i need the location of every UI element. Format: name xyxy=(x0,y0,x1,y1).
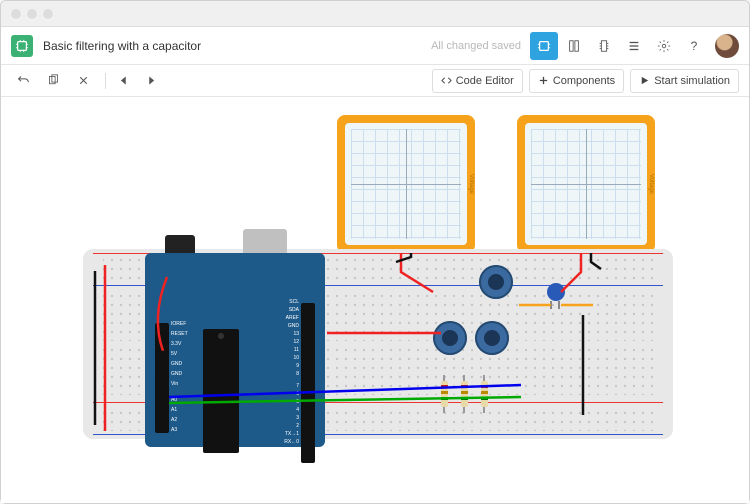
app-header: Basic filtering with a capacitor All cha… xyxy=(1,27,749,65)
right-pin-header[interactable] xyxy=(301,303,315,463)
window-zoom[interactable] xyxy=(43,9,53,19)
pin-label: GND xyxy=(171,371,182,377)
pin-label: 4 xyxy=(296,407,299,413)
scope-ylabel: Voltage xyxy=(468,174,474,194)
code-editor-label: Code Editor xyxy=(456,75,514,87)
pin-label: AREF xyxy=(286,315,299,321)
toolbar: Code Editor Components Start simulation xyxy=(1,65,749,97)
capacitor[interactable] xyxy=(547,283,565,301)
window-minimize[interactable] xyxy=(27,9,37,19)
project-title[interactable]: Basic filtering with a capacitor xyxy=(43,39,431,53)
pin-label: A2 xyxy=(171,417,177,423)
start-simulation-label: Start simulation xyxy=(654,75,730,87)
view-list-button[interactable] xyxy=(620,32,648,60)
pin-label: SCL xyxy=(289,299,299,305)
view-circuit-button[interactable] xyxy=(530,32,558,60)
pin-label: 2 xyxy=(296,423,299,429)
components-button[interactable]: Components xyxy=(529,69,624,93)
components-label: Components xyxy=(553,75,615,87)
delete-button[interactable] xyxy=(71,69,95,93)
code-icon xyxy=(441,75,452,86)
design-canvas[interactable]: Time Voltage Time Voltage xyxy=(1,97,749,503)
pin-label: A1 xyxy=(171,407,177,413)
pin-label: GND xyxy=(288,323,299,329)
gear-icon xyxy=(657,39,671,53)
resistor-2[interactable] xyxy=(461,381,468,407)
pin-label: IOREF xyxy=(171,321,186,327)
pin-label: 13 xyxy=(293,331,299,337)
copy-button[interactable] xyxy=(41,69,65,93)
arduino-uno[interactable]: IOREF RESET 3.3V 5V GND GND Vin A0 A1 A2… xyxy=(145,217,325,447)
brand-logo[interactable] xyxy=(11,35,33,57)
pin-label: A3 xyxy=(171,427,177,433)
pin-label: TX→1 xyxy=(285,431,299,437)
left-pin-header[interactable] xyxy=(155,323,169,433)
pin-label: 12 xyxy=(293,339,299,345)
window-close[interactable] xyxy=(11,9,21,19)
pin-label: GND xyxy=(171,361,182,367)
user-avatar[interactable] xyxy=(715,34,739,58)
scope-screen xyxy=(525,123,647,245)
pin-label: 5 xyxy=(296,399,299,405)
resistor-1[interactable] xyxy=(441,381,448,407)
pin-label: A0 xyxy=(171,397,177,403)
pin-label: 3.3V xyxy=(171,341,181,347)
oscilloscope-1[interactable]: Time Voltage xyxy=(337,115,475,253)
undo-button[interactable] xyxy=(11,69,35,93)
pin-label: 8 xyxy=(296,371,299,377)
oscilloscope-2[interactable]: Time Voltage xyxy=(517,115,655,253)
pin-label: 5V xyxy=(171,351,177,357)
scope-ylabel: Voltage xyxy=(648,174,654,194)
view-schematic-button[interactable] xyxy=(560,32,588,60)
window-titlebar xyxy=(1,1,749,27)
pin-label: SDA xyxy=(289,307,299,313)
pin-label: 9 xyxy=(296,363,299,369)
settings-button[interactable] xyxy=(650,32,678,60)
pin-label: RX←0 xyxy=(284,439,299,445)
potentiometer-3[interactable] xyxy=(475,321,509,355)
help-button[interactable]: ? xyxy=(680,32,708,60)
view-code-button[interactable] xyxy=(590,32,618,60)
pin-label: Vin xyxy=(171,381,178,387)
start-simulation-button[interactable]: Start simulation xyxy=(630,69,739,93)
scope-screen xyxy=(345,123,467,245)
potentiometer-2[interactable] xyxy=(433,321,467,355)
chip-icon xyxy=(15,39,29,53)
pin-label: 11 xyxy=(294,347,299,353)
code-editor-button[interactable]: Code Editor xyxy=(432,69,523,93)
plus-icon xyxy=(538,75,549,86)
resistor-3[interactable] xyxy=(481,381,488,407)
save-status: All changed saved xyxy=(431,40,521,52)
pin-label: 3 xyxy=(296,415,299,421)
step-forward-button[interactable] xyxy=(140,69,164,93)
pin-label: 6 xyxy=(296,391,299,397)
potentiometer-1[interactable] xyxy=(479,265,513,299)
step-back-button[interactable] xyxy=(110,69,134,93)
pin-label: 10 xyxy=(293,355,299,361)
microcontroller-chip xyxy=(203,329,239,453)
pin-label: RESET xyxy=(171,331,188,337)
play-icon xyxy=(639,75,650,86)
pin-label: 7 xyxy=(296,383,299,389)
